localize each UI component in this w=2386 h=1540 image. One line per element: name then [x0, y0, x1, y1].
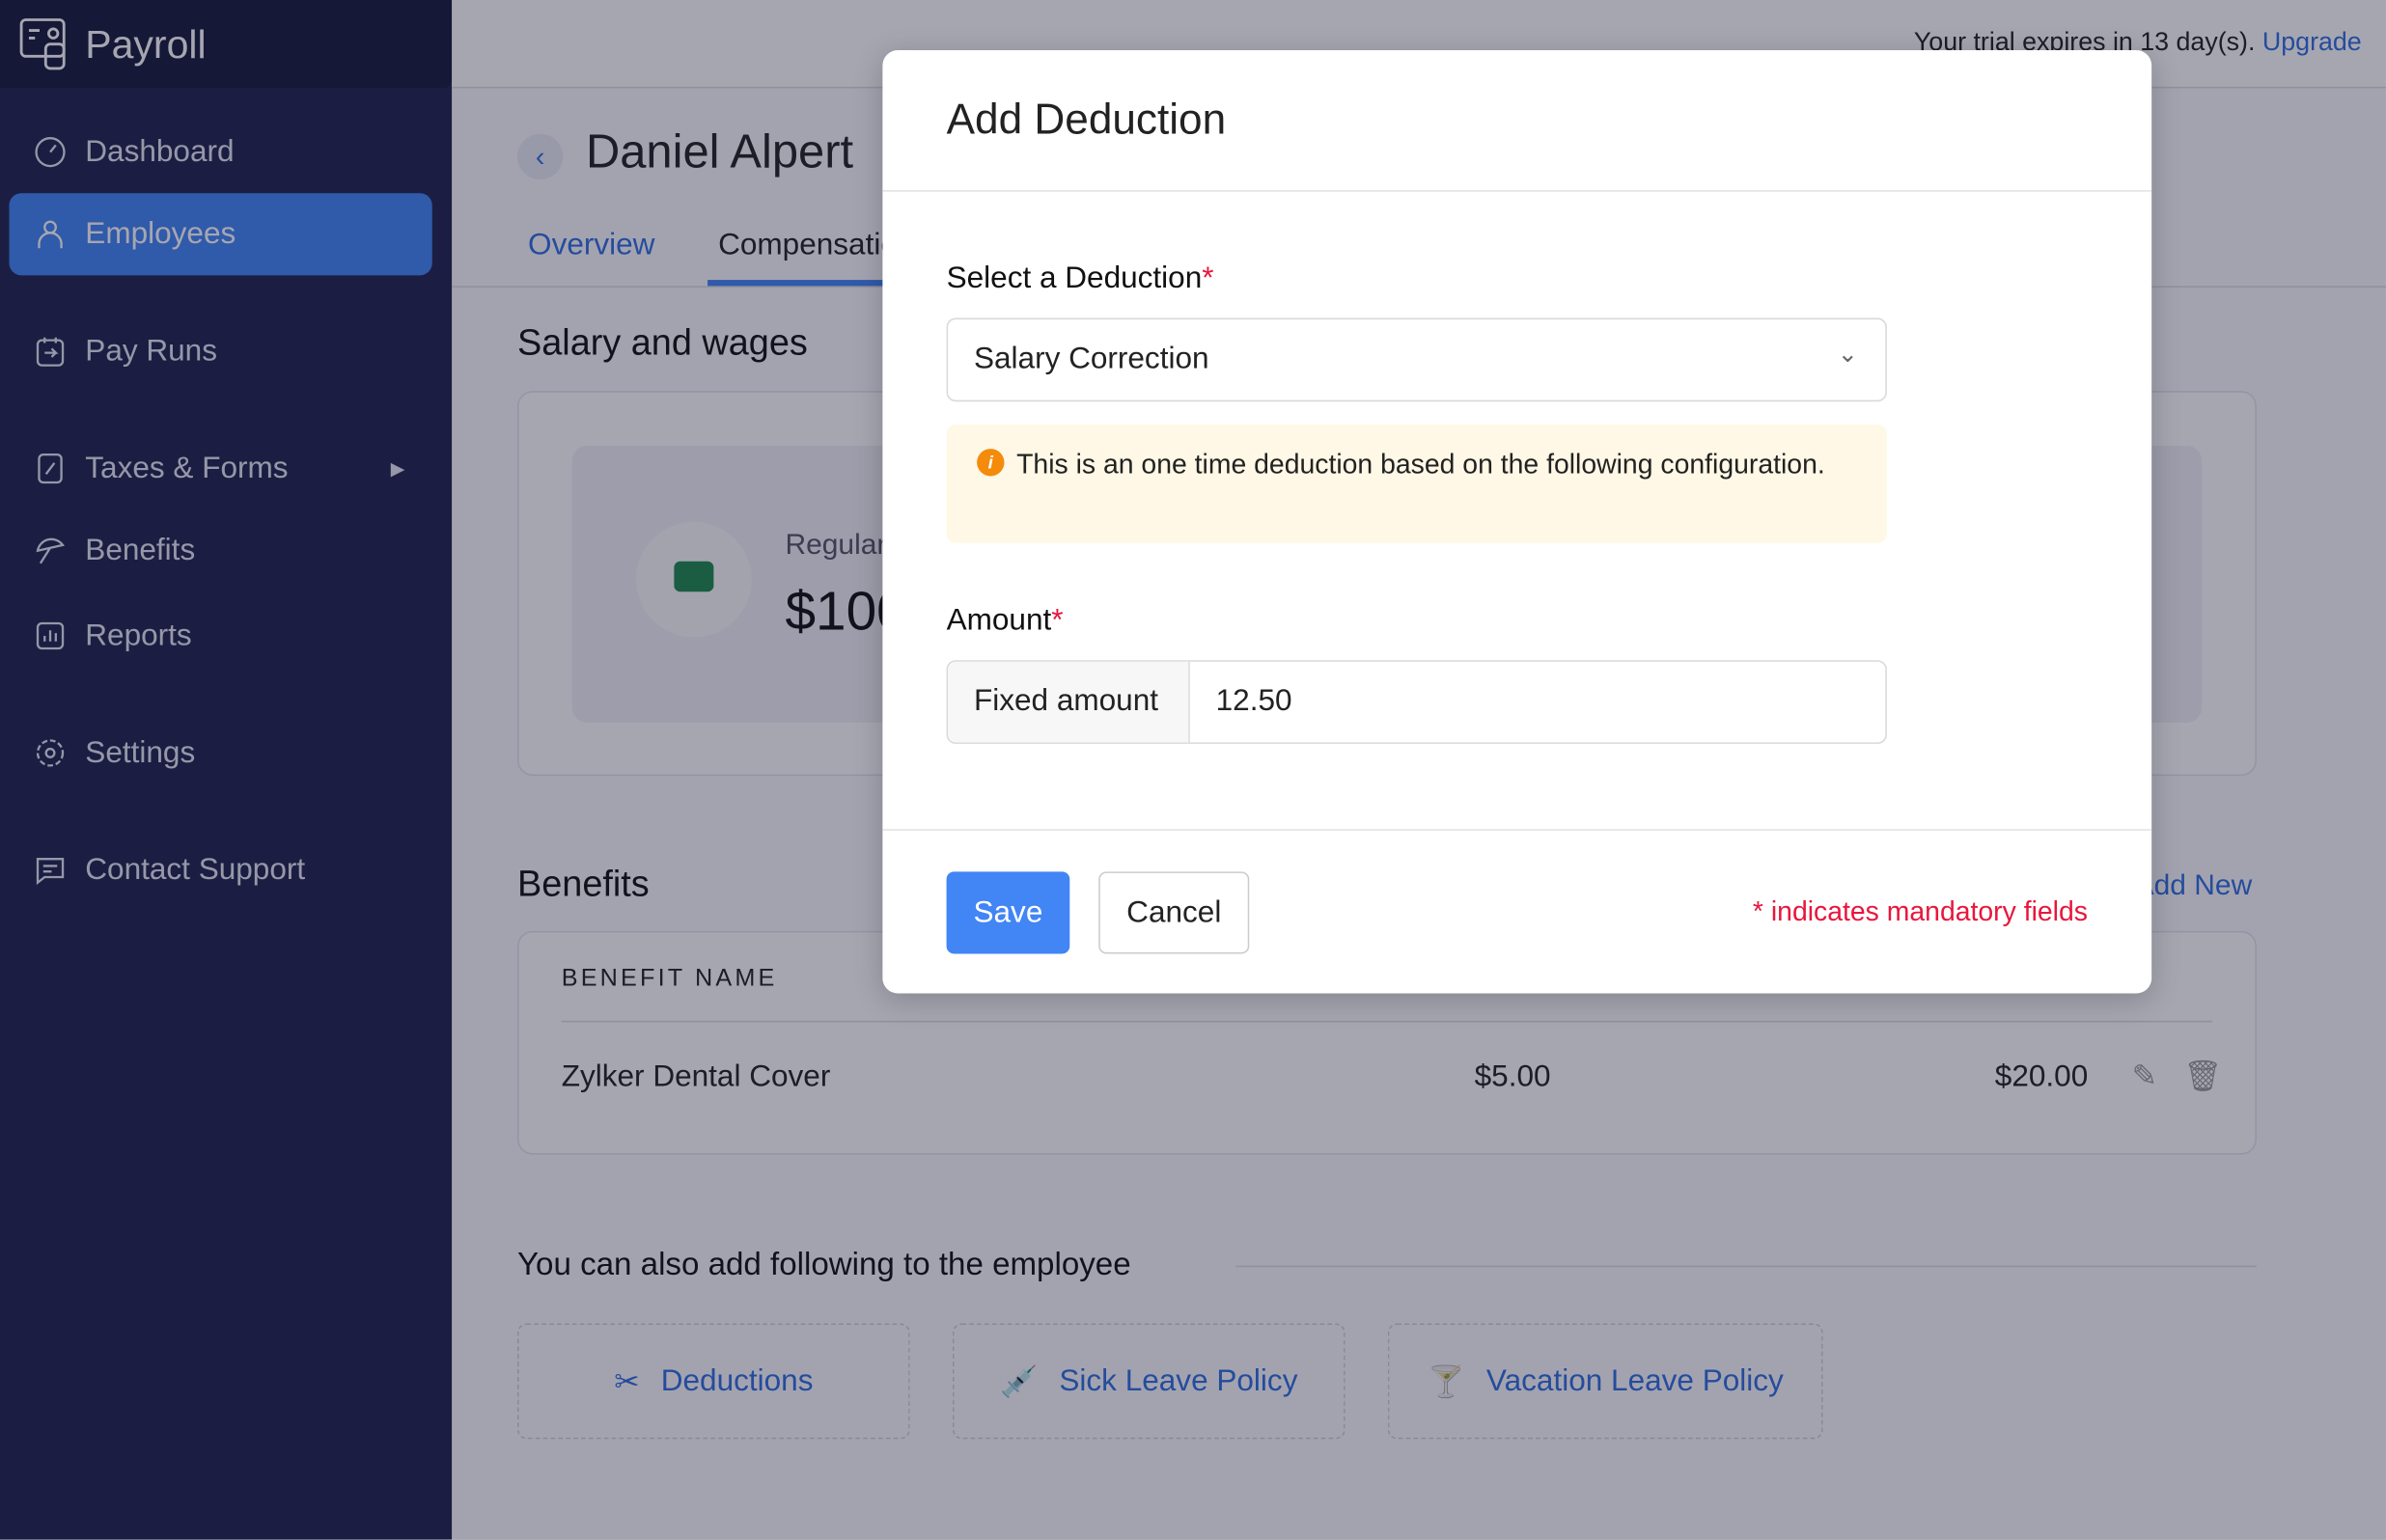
select-deduction-label: Select a Deduction*	[946, 261, 1214, 295]
info-banner: i This is an one time deduction based on…	[946, 424, 1887, 543]
deduction-select[interactable]: Salary Correction ⌄	[946, 317, 1887, 402]
chevron-down-icon: ⌄	[1837, 342, 1858, 369]
selected-deduction: Salary Correction	[973, 342, 1209, 376]
save-button[interactable]: Save	[946, 871, 1070, 954]
amount-type-addon[interactable]: Fixed amount	[948, 661, 1190, 743]
amount-label: Amount*	[946, 603, 1064, 638]
amount-input[interactable]: 12.50	[1190, 662, 1318, 743]
info-icon: i	[977, 449, 1005, 477]
mandatory-note: * indicates mandatory fields	[1752, 895, 2088, 927]
modal-title: Add Deduction	[946, 96, 1227, 144]
add-deduction-modal: Add Deduction Select a Deduction* Salary…	[882, 50, 2152, 994]
amount-field-group: Fixed amount 12.50	[946, 660, 1887, 744]
info-text: This is an one time deduction based on t…	[1016, 449, 1825, 480]
cancel-button[interactable]: Cancel	[1098, 871, 1250, 954]
